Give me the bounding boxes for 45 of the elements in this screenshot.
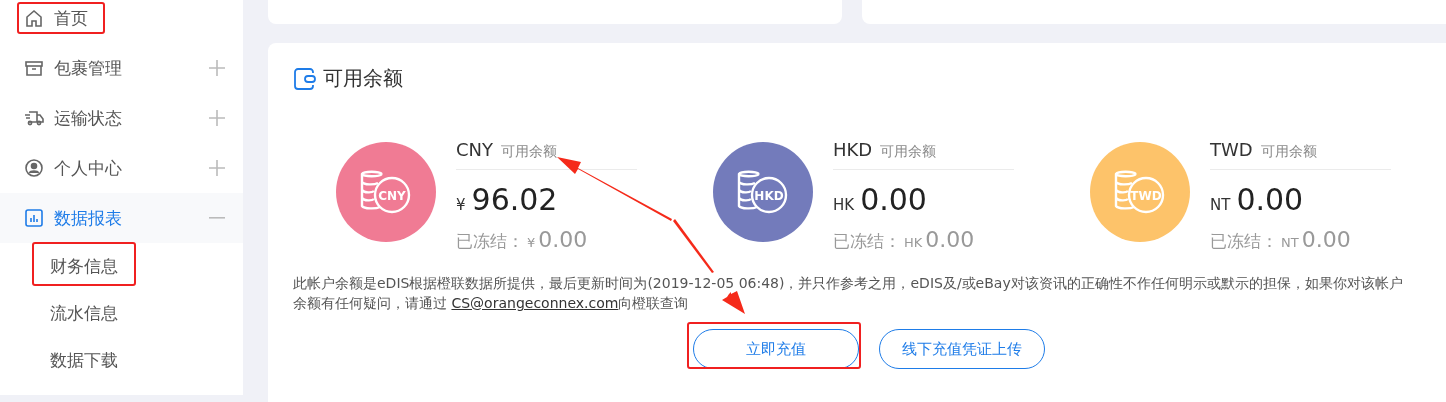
sidebar-item-label: 数据报表 [54, 206, 123, 230]
minus-icon[interactable] [209, 217, 225, 219]
currency-code: CNY [456, 139, 494, 160]
currency-symbol: NT [1210, 196, 1231, 214]
sidebar-item[interactable]: 数据报表 [0, 193, 243, 243]
balance-amount: 0.00 [1236, 182, 1304, 217]
sidebar-item-label: 包裹管理 [54, 56, 123, 80]
currency-code: HKD [833, 139, 873, 160]
frozen-amount: 0.00 [925, 227, 975, 252]
plus-icon[interactable] [209, 110, 225, 126]
wallet-icon [293, 66, 317, 91]
card-title: 可用余额 [323, 65, 403, 92]
email-link[interactable]: CS@orangeconnex.com [451, 295, 619, 311]
currency-code: TWD [1210, 139, 1253, 160]
truck-icon [24, 108, 44, 128]
plus-icon[interactable] [209, 60, 225, 76]
sidebar-item-label: 运输状态 [54, 106, 123, 130]
plus-icon[interactable] [209, 160, 225, 176]
currency-symbol: ¥ [456, 196, 466, 214]
frozen-label: 已冻结： [1210, 230, 1278, 253]
balance-label: 可用余额 [880, 143, 937, 161]
currency-symbol: HK [833, 196, 855, 214]
frozen-amount: 0.00 [1301, 227, 1351, 252]
submenu-item[interactable]: 流水信息 [0, 290, 243, 337]
frozen-amount: 0.00 [538, 227, 588, 252]
sidebar-item-label: 首页 [54, 6, 89, 30]
balance-label: 可用余额 [1260, 143, 1317, 161]
frozen-label: 已冻结： [833, 230, 901, 253]
currency-symbol: ¥ [527, 235, 536, 250]
balance-amount: 96.02 [471, 182, 558, 217]
box-icon [24, 58, 44, 78]
user-icon [24, 158, 44, 178]
currency-symbol: NT [1281, 235, 1299, 250]
submenu-item[interactable]: 财务信息 [0, 243, 243, 290]
balance-label: 可用余额 [501, 143, 558, 161]
submenu-item[interactable]: 数据下载 [0, 337, 243, 384]
recharge-button[interactable]: 立即充值 [693, 329, 859, 369]
sidebar-item-label: 个人中心 [54, 156, 123, 180]
home-icon [24, 8, 44, 28]
recharge-button[interactable]: 线下充值凭证上传 [879, 329, 1045, 369]
currency-symbol: HK [904, 235, 923, 250]
balance-amount: 0.00 [860, 182, 927, 217]
chart-icon [24, 208, 44, 228]
balance-note: 此帐户余额是eDIS根据橙联数据所提供，最后更新时间为(2019-12-05 06:48)，并只作参考之用，eDIS及/或eBay对该资讯的正确性不作任何明示或默示的担保，如果你对该帐户余额有任何疑问，请通过 CS@orangeconnex.com向橙联查询 [293, 274, 1403, 313]
frozen-label: 已冻结： [456, 230, 524, 253]
